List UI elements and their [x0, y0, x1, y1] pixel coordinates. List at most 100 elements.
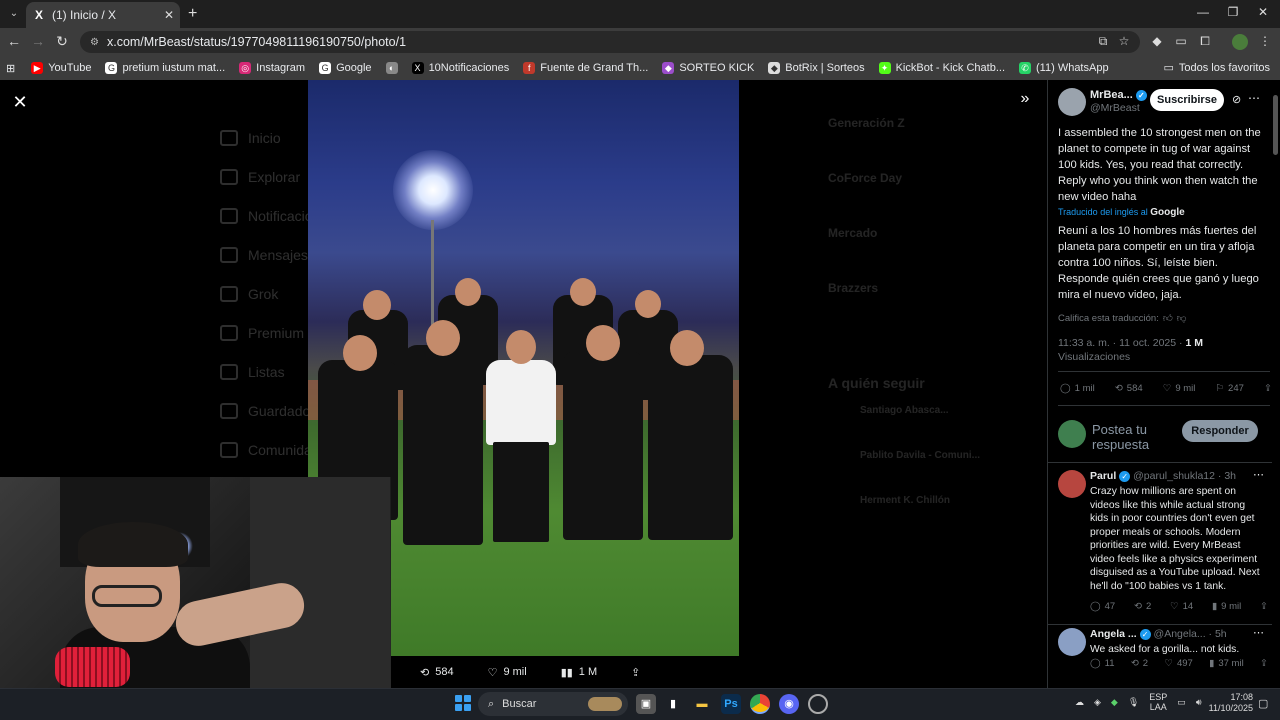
bookmark-button[interactable]: ⚐ 247 — [1216, 383, 1244, 394]
scrollbar-thumb[interactable] — [1273, 95, 1278, 155]
extension-icon[interactable]: ◆ — [1148, 34, 1166, 48]
reply-like-button[interactable]: ♡ 497 — [1164, 658, 1192, 669]
bookmark-star-icon[interactable]: ☆ — [1115, 34, 1133, 48]
maximize-icon[interactable]: ❐ — [1218, 5, 1248, 19]
bookmark-item[interactable]: ✆ (11) WhatsApp — [1019, 62, 1109, 74]
bookmark-item[interactable]: ◎ Instagram — [239, 62, 305, 74]
bookmark-item[interactable]: ✦ KickBot - Kick Chatb... — [878, 62, 1005, 74]
discord-icon[interactable]: ◉ — [779, 694, 799, 714]
chrome-icon[interactable] — [750, 694, 770, 714]
more-options-icon[interactable]: ⋯ — [1253, 468, 1264, 481]
task-view-icon[interactable]: ▣ — [636, 694, 656, 714]
retweet-button[interactable]: ⟲ 584 — [1115, 383, 1143, 394]
reply-input[interactable]: Postea tu respuesta — [1092, 422, 1182, 452]
reply-retweet-button[interactable]: ⟲ 2 — [1134, 601, 1151, 612]
reply-share-button[interactable]: ⇪ — [1260, 658, 1268, 669]
scrollbar-track[interactable] — [1272, 80, 1280, 688]
photoshop-icon[interactable]: Ps — [721, 694, 741, 714]
bookmark-item[interactable]: G Google — [319, 62, 372, 74]
apps-grid-icon[interactable]: ⊞ — [6, 62, 15, 75]
reply-reply-button[interactable]: ◯ 47 — [1090, 601, 1115, 612]
reload-icon[interactable]: ↻ — [52, 33, 72, 50]
thumbs-up-icon[interactable]: 👍︎ — [1163, 312, 1173, 324]
grok-icon[interactable]: ⊘ — [1232, 93, 1241, 106]
reply-views-button[interactable]: ▮ 37 mil — [1209, 658, 1244, 669]
reply-button[interactable]: ◯ 1 mil — [1060, 383, 1095, 394]
menu-kebab-icon[interactable]: ⋮ — [1256, 34, 1274, 48]
browser-tab[interactable]: X (1) Inicio / X ✕ — [26, 2, 180, 28]
taskbar-clock[interactable]: 17:08 11/10/2025 — [1205, 692, 1253, 714]
reply-submit-button[interactable]: Responder — [1182, 420, 1258, 442]
reply-author-name[interactable]: Parul — [1090, 470, 1116, 482]
reply-avatar[interactable] — [1058, 628, 1086, 656]
rate-translation-label: Califica esta traducción: — [1058, 312, 1159, 324]
close-tab-icon[interactable]: ✕ — [164, 8, 174, 22]
network-icon[interactable]: ◈ — [1094, 697, 1101, 708]
onedrive-icon[interactable]: ☁ — [1075, 697, 1084, 708]
volume-icon[interactable]: 🔊︎ — [1196, 697, 1202, 708]
thumbs-down-icon[interactable]: 👎︎ — [1177, 312, 1187, 324]
bg-follow-item: Santiago Abasca... — [860, 405, 949, 416]
share-button[interactable]: ⇪ — [1264, 383, 1272, 394]
reply-share-button[interactable]: ⇪ — [1260, 601, 1268, 612]
windows-start-icon[interactable] — [455, 695, 471, 711]
author-handle[interactable]: @MrBeast — [1090, 102, 1140, 114]
more-options-icon[interactable]: ⋯ — [1253, 626, 1264, 639]
close-window-icon[interactable]: ✕ — [1248, 5, 1278, 19]
new-tab-icon[interactable]: + — [188, 5, 197, 23]
reply-icon: ◯ — [1060, 383, 1071, 394]
bookmark-item[interactable]: ◆ BotRix | Sorteos — [768, 62, 865, 74]
like-button[interactable]: ♡ 9 mil — [1163, 383, 1196, 394]
photo-views-button[interactable]: ▮▮ 1 M — [561, 666, 597, 679]
address-bar[interactable]: ⚙ x.com/MrBeast/status/19770498111961907… — [80, 31, 1140, 53]
taskbar-search[interactable]: ⌕ Buscar — [478, 692, 628, 716]
bookmark-item[interactable]: ▶ YouTube — [31, 62, 91, 74]
reply-reply-button[interactable]: ◯ 11 — [1090, 658, 1115, 669]
reply-icon: ◯ — [1090, 601, 1101, 612]
app-icon[interactable]: ▮ — [663, 694, 683, 714]
reply-retweet-button[interactable]: ⟲ 2 — [1131, 658, 1148, 669]
bookmark-item[interactable]: ◐ — [385, 62, 398, 74]
reply-author-name[interactable]: Angela ... — [1090, 628, 1137, 640]
language-indicator[interactable]: ESP LAA — [1149, 692, 1167, 712]
obs-icon[interactable] — [808, 694, 828, 714]
bookmark-item[interactable]: f Fuente de Grand Th... — [523, 62, 648, 74]
bookmark-item[interactable]: ◆ SORTEO KICK — [662, 62, 754, 74]
profile-avatar[interactable] — [1232, 34, 1248, 50]
reply-views-button[interactable]: ▮ 9 mil — [1212, 601, 1241, 612]
extensions-puzzle-icon[interactable]: ⧠ — [1196, 34, 1214, 49]
photo-share-button[interactable]: ⇪ — [631, 666, 640, 679]
monitor-icon[interactable]: ▭ — [1177, 697, 1186, 708]
bookmark-item[interactable]: X 10Notificaciones — [411, 62, 509, 74]
subscribe-button[interactable]: Suscribirse — [1150, 89, 1224, 111]
tweet-timestamp[interactable]: 11:33 a. m. · 11 oct. 2025 · — [1058, 337, 1183, 349]
translation-attribution[interactable]: Traducido del inglés al Google — [1058, 207, 1185, 218]
site-info-icon[interactable]: ⚙ — [90, 37, 99, 48]
minimize-icon[interactable]: — — [1188, 5, 1218, 19]
install-app-icon[interactable]: ⧉ — [1094, 34, 1112, 49]
photo-like-button[interactable]: ♡ 9 mil — [488, 666, 527, 679]
author-name-row[interactable]: MrBea... ✓ — [1090, 89, 1147, 101]
microphone-icon[interactable]: 🎙︎ — [1128, 697, 1139, 708]
extension-2-icon[interactable]: ▭ — [1172, 34, 1190, 48]
reply-handle[interactable]: @Angela... · 5h — [1154, 628, 1227, 640]
tab-search-icon[interactable]: ⌄ — [6, 6, 22, 22]
reply-like-button[interactable]: ♡ 14 — [1170, 601, 1193, 612]
file-explorer-icon[interactable]: ▬ — [692, 694, 712, 714]
more-options-icon[interactable]: ⋯ — [1248, 91, 1260, 105]
forward-icon[interactable]: → — [28, 33, 48, 49]
all-bookmarks-folder[interactable]: ▭ Todos los favoritos — [1163, 61, 1270, 75]
reply-handle[interactable]: @parul_shukla12 · 3h — [1133, 470, 1236, 482]
back-icon[interactable]: ← — [4, 33, 24, 49]
bookmarks-bar: ⊞ ▶ YouTube Gpretium iustum mat... ◎ Instagr… — [0, 56, 1280, 80]
close-viewer-icon[interactable]: ✕ — [10, 92, 30, 113]
author-avatar[interactable] — [1058, 88, 1086, 116]
photo-retweet-button[interactable]: ⟲ 584 — [420, 666, 454, 679]
collapse-panel-icon[interactable]: » — [1015, 90, 1035, 108]
divider — [1048, 462, 1280, 463]
notifications-icon[interactable]: ▢ — [1258, 697, 1268, 710]
reply-avatar[interactable] — [1058, 470, 1086, 498]
security-icon[interactable]: ◆ — [1111, 697, 1118, 708]
translated-by-text: Traducido del inglés al — [1058, 207, 1148, 217]
bookmark-item[interactable]: Gpretium iustum mat... — [105, 62, 225, 74]
